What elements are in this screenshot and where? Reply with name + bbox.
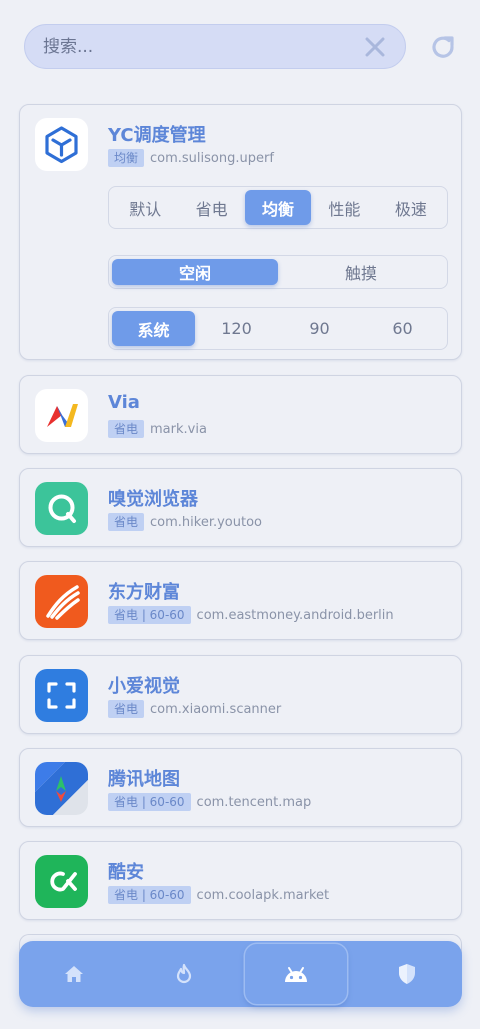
coolapk-logo-icon: [35, 855, 88, 908]
search-bar[interactable]: [24, 24, 406, 69]
rate-option-60[interactable]: 60: [361, 311, 444, 346]
app-meta: 省电 | 60-60 com.eastmoney.android.berlin: [108, 606, 394, 624]
map-compass-icon: [35, 762, 88, 815]
app-card-tencent-map[interactable]: 腾讯地图 省电 | 60-60 com.tencent.map: [19, 748, 462, 827]
app-name: Via: [108, 392, 140, 413]
mode-option-default[interactable]: 默认: [112, 190, 178, 225]
mode-option-performance[interactable]: 性能: [311, 190, 377, 225]
mode-badge: 省电 | 60-60: [108, 793, 191, 811]
app-card-coolapk[interactable]: 酷安 省电 | 60-60 com.coolapk.market: [19, 841, 462, 920]
package-name: com.xiaomi.scanner: [150, 701, 282, 717]
nav-home[interactable]: [19, 941, 129, 1007]
mode-option-balanced[interactable]: 均衡: [244, 190, 312, 225]
rate-option-120[interactable]: 120: [195, 311, 278, 346]
android-icon: [285, 967, 307, 982]
chat-bubble-icon: [35, 482, 88, 535]
mode-option-powersave[interactable]: 省电: [178, 190, 244, 225]
via-logo-icon: [35, 389, 88, 442]
state-option-touch[interactable]: 触摸: [278, 259, 444, 285]
bottom-nav: [19, 941, 462, 1007]
package-name: com.tencent.map: [196, 794, 312, 810]
app-meta: 省电 | 60-60 com.coolapk.market: [108, 886, 329, 904]
flame-icon: [176, 963, 192, 984]
app-name: 嗅觉浏览器: [108, 489, 198, 510]
nav-performance[interactable]: [129, 941, 239, 1007]
refresh-rate-selector: 系统 120 90 60: [108, 307, 448, 350]
app-card-eastmoney[interactable]: 东方财富 省电 | 60-60 com.eastmoney.android.be…: [19, 561, 462, 640]
mode-badge: 省电: [108, 700, 145, 718]
app-name: 东方财富: [108, 582, 180, 603]
app-card-hiker[interactable]: 嗅觉浏览器 省电 com.hiker.youtoo: [19, 468, 462, 547]
package-name: com.hiker.youtoo: [150, 514, 263, 530]
app-meta: 省电 com.hiker.youtoo: [108, 513, 262, 531]
package-name: com.sulisong.uperf: [150, 150, 274, 166]
home-icon: [65, 966, 83, 982]
app-card-yc[interactable]: YC调度管理 均衡 com.sulisong.uperf 默认 省电 均衡 性能…: [19, 104, 462, 360]
state-selector: 空闲 触摸: [108, 255, 448, 289]
eastmoney-logo-icon: [35, 575, 88, 628]
mode-badge: 均衡: [108, 149, 145, 167]
app-meta: 省电 com.xiaomi.scanner: [108, 700, 281, 718]
mode-option-fast[interactable]: 极速: [378, 190, 444, 225]
cube-icon: [35, 118, 88, 171]
scan-frame-icon: [35, 669, 88, 722]
app-name: YC调度管理: [108, 125, 206, 146]
search-input[interactable]: [43, 36, 363, 57]
package-name: mark.via: [150, 421, 207, 437]
app-card-via[interactable]: Via 省电 mark.via: [19, 375, 462, 454]
app-meta: 省电 mark.via: [108, 420, 207, 438]
rate-option-system[interactable]: 系统: [112, 311, 195, 346]
refresh-icon[interactable]: [428, 32, 458, 62]
app-name: 腾讯地图: [108, 769, 180, 790]
mode-badge: 省电: [108, 420, 145, 438]
close-icon[interactable]: [363, 35, 387, 59]
app-card-scanner[interactable]: 小爱视觉 省电 com.xiaomi.scanner: [19, 655, 462, 734]
state-option-idle[interactable]: 空闲: [112, 259, 278, 285]
nav-apps[interactable]: [241, 941, 351, 1007]
rate-option-90[interactable]: 90: [278, 311, 361, 346]
mode-badge: 省电 | 60-60: [108, 606, 191, 624]
mode-badge: 省电: [108, 513, 145, 531]
mode-selector: 默认 省电 均衡 性能 极速: [108, 186, 448, 229]
shield-icon: [399, 964, 415, 984]
app-name: 小爱视觉: [108, 676, 180, 697]
package-name: com.coolapk.market: [196, 887, 330, 903]
package-name: com.eastmoney.android.berlin: [196, 607, 394, 623]
nav-security[interactable]: [352, 941, 462, 1007]
app-name: 酷安: [108, 862, 144, 883]
app-meta: 省电 | 60-60 com.tencent.map: [108, 793, 311, 811]
app-meta: 均衡 com.sulisong.uperf: [108, 149, 274, 167]
mode-badge: 省电 | 60-60: [108, 886, 191, 904]
